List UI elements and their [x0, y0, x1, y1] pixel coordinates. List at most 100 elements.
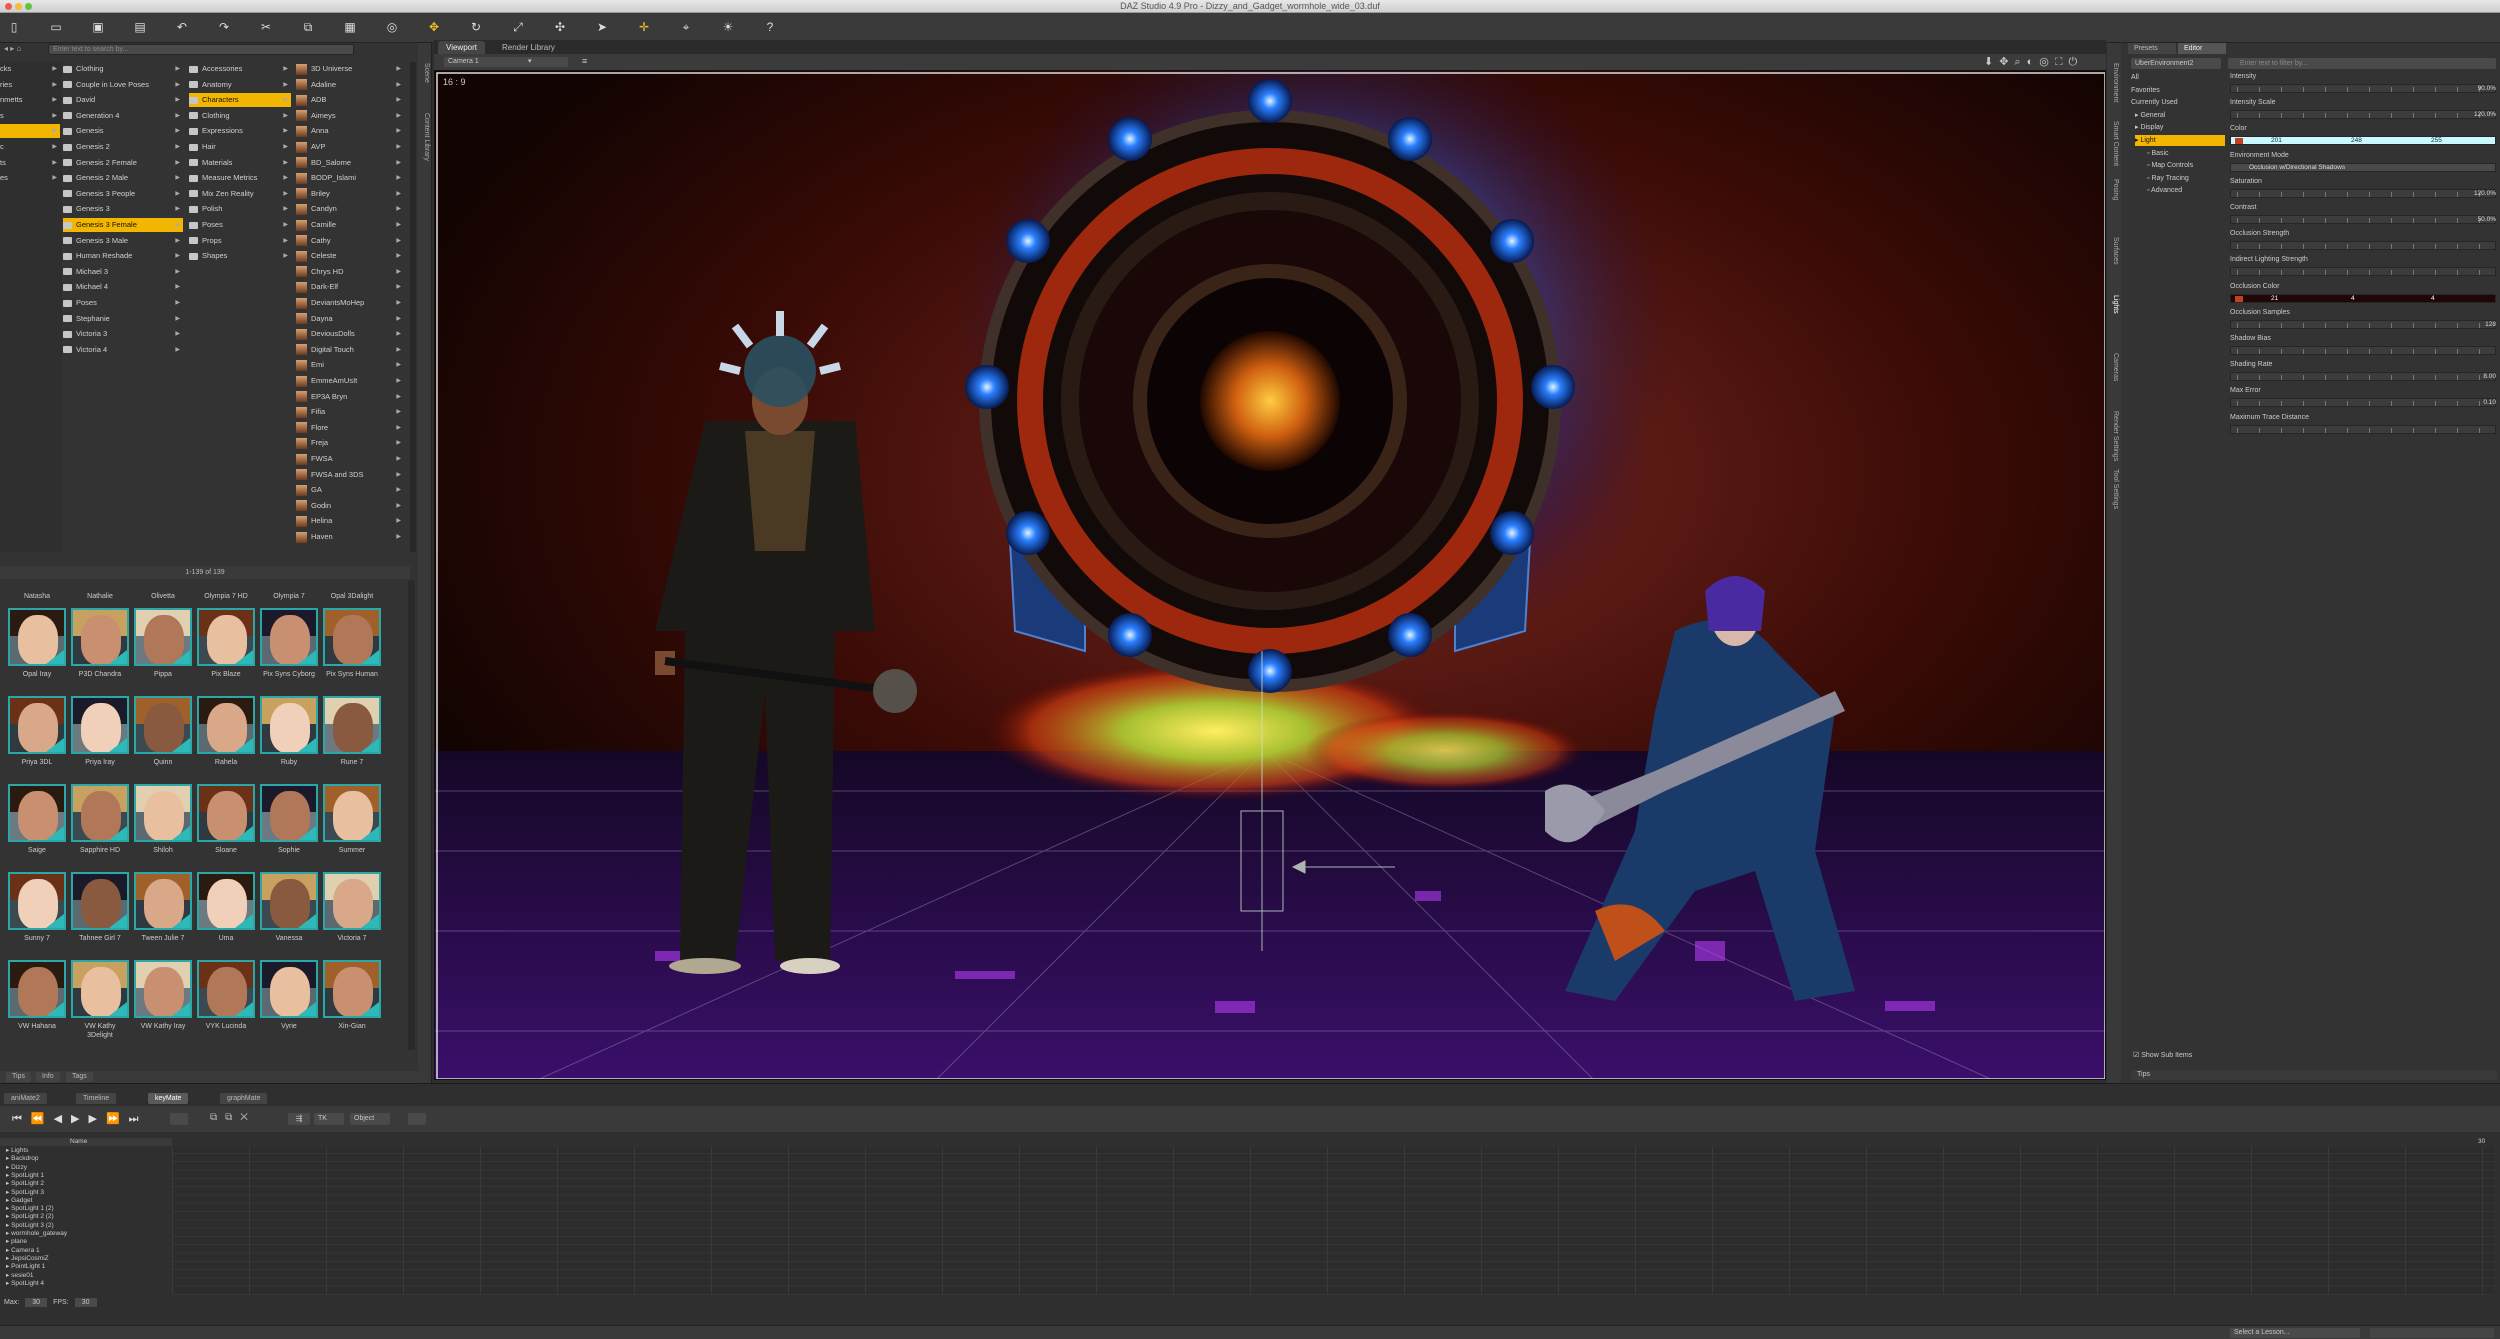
content-item[interactable]: Camille ▶ [296, 218, 404, 232]
character-thumbnail[interactable] [134, 608, 192, 666]
property-occlusion-samples[interactable]: Occlusion Samples 128 [2228, 309, 2498, 335]
character-thumbnail[interactable] [197, 960, 255, 1018]
cut-icon[interactable]: ✂ [258, 19, 274, 35]
timeline-row[interactable]: ▸ wormhole_gateway [6, 1230, 67, 1238]
property-slider[interactable]: 201 248 255 [2230, 136, 2496, 146]
timeline-row[interactable]: ▸ PointLight 1 [6, 1263, 45, 1271]
color-swatch-icon[interactable] [2235, 295, 2243, 302]
tab-presets[interactable]: Presets [2128, 43, 2176, 54]
character-thumbnail[interactable] [134, 696, 192, 754]
fps-field[interactable]: 30 [74, 1298, 97, 1307]
property-shadow-bias[interactable]: Shadow Bias [2228, 335, 2498, 361]
content-item[interactable]: Anna ▶ [296, 124, 404, 138]
timeline-row[interactable]: ▸ Backdrop [6, 1155, 39, 1163]
content-item[interactable]: Accessories ▶ [189, 62, 291, 76]
tab-viewport[interactable]: Viewport [438, 41, 485, 54]
content-item[interactable]: ADB ▶ [296, 93, 404, 107]
content-item[interactable]: Genesis 2 ▶ [63, 140, 183, 154]
transport-icons[interactable]: ⏮⏪◀▶▶⏩⏭ [12, 1112, 148, 1126]
tab-content-library[interactable]: Content Library [423, 113, 430, 161]
zoom-window-icon[interactable] [25, 3, 32, 10]
show-sub-items-checkbox[interactable]: ☑ Show Sub Items [2133, 1051, 2192, 1059]
content-item[interactable]: Genesis 3 People ▶ [63, 187, 183, 201]
keyframe-grid[interactable] [172, 1147, 2494, 1295]
content-item[interactable]: Genesis 3 Female ▶ [63, 218, 183, 232]
tree-item[interactable]: ▫ Basic [2147, 148, 2225, 159]
content-item[interactable]: ries ▶ [0, 78, 60, 92]
character-thumbnail[interactable] [134, 872, 192, 930]
property-environment-mode[interactable]: Environment Mode Occlusion w/Directional … [2228, 152, 2498, 178]
timeline-row[interactable]: ▸ JepsiCosmiZ [6, 1255, 49, 1263]
content-item[interactable]: Adaline ▶ [296, 78, 404, 92]
content-item[interactable]: Briley ▶ [296, 187, 404, 201]
character-thumbnail[interactable] [197, 872, 255, 930]
property-slider[interactable] [2230, 215, 2496, 224]
character-thumbnail[interactable] [8, 784, 66, 842]
property-filter-input[interactable]: Enter text to filter by... [2228, 58, 2496, 69]
character-thumbnail[interactable] [8, 696, 66, 754]
property-value[interactable]: 128 [2485, 320, 2496, 329]
content-item[interactable]: Anatomy ▶ [189, 78, 291, 92]
content-item[interactable]: Shapes ▶ [189, 249, 291, 263]
character-thumbnail[interactable] [323, 872, 381, 930]
redo-icon[interactable]: ↷ [216, 19, 232, 35]
property-slider[interactable]: 21 4 4 [2230, 293, 2496, 303]
content-item[interactable]: EmmeAmUsIt ▶ [296, 374, 404, 388]
object-select[interactable]: Object [350, 1113, 390, 1125]
tree-item[interactable]: ▫ Map Controls [2147, 160, 2225, 171]
content-item[interactable]: AVP ▶ [296, 140, 404, 154]
transform-icon[interactable]: ✥ [426, 19, 442, 35]
undo-icon[interactable]: ↶ [174, 19, 190, 35]
max-frames-field[interactable]: 30 [25, 1298, 48, 1307]
content-item[interactable]: Flore ▶ [296, 421, 404, 435]
content-item[interactable]: Michael 3 ▶ [63, 265, 183, 279]
content-item[interactable]: c ▶ [0, 140, 60, 154]
tab-tags[interactable]: Tags [66, 1072, 93, 1082]
tab-lights[interactable]: Lights [2112, 295, 2119, 314]
content-item[interactable]: Genesis 3 Male ▶ [63, 234, 183, 248]
property-slider[interactable] [2230, 84, 2496, 93]
property-intensity[interactable]: Intensity 90.0% [2228, 73, 2498, 99]
tab-posing[interactable]: Posing [2112, 179, 2119, 200]
character-thumbnail[interactable] [260, 960, 318, 1018]
minimize-window-icon[interactable] [15, 3, 22, 10]
timeline-row[interactable]: ▸ SpotLight 3 [6, 1189, 44, 1197]
content-item[interactable]: Genesis 2 Female ▶ [63, 156, 183, 170]
tree-item[interactable]: ▸ Light [2135, 135, 2225, 146]
property-slider[interactable] [2230, 267, 2496, 277]
property-value[interactable]: 8.00 [2483, 372, 2496, 381]
tab-animate2[interactable]: aniMate2 [4, 1093, 47, 1104]
timeline-row[interactable]: ▸ Camera 1 [6, 1247, 40, 1255]
content-item[interactable]: nmetts ▶ [0, 93, 60, 107]
content-item[interactable]: Dark-Elf ▶ [296, 280, 404, 294]
character-thumbnail[interactable] [260, 608, 318, 666]
character-thumbnail[interactable] [71, 960, 129, 1018]
tk-select[interactable]: TK [314, 1113, 344, 1125]
content-item[interactable]: Clothing ▶ [189, 109, 291, 123]
camera-icon[interactable]: ⌖ [678, 19, 694, 35]
curve-button[interactable] [408, 1113, 426, 1125]
property-value[interactable]: 0.10 [2483, 398, 2496, 407]
tab-environment[interactable]: Environment [2112, 63, 2119, 102]
content-item[interactable]: ▶ [0, 124, 60, 139]
character-thumbnail[interactable] [197, 608, 255, 666]
tab-render-settings[interactable]: Render Settings [2112, 411, 2119, 461]
property-value[interactable]: 50.0% [2478, 215, 2496, 224]
property-slider[interactable] [2230, 398, 2496, 408]
character-thumbnail[interactable] [8, 608, 66, 666]
content-item[interactable]: Couple in Love Poses ▶ [63, 78, 183, 92]
property-slider[interactable] [2230, 346, 2496, 355]
content-item[interactable]: Genesis 3 ▶ [63, 202, 183, 216]
content-item[interactable]: BD_Salome ▶ [296, 156, 404, 170]
content-item[interactable]: Characters ▶ [189, 93, 291, 108]
tab-info[interactable]: Info [36, 1072, 60, 1082]
character-thumbnail[interactable] [197, 784, 255, 842]
timeline-row[interactable]: ▸ SpotLight 2 [6, 1180, 44, 1188]
tree-item[interactable]: ▫ Advanced [2147, 185, 2225, 196]
character-thumbnail[interactable] [71, 872, 129, 930]
save-icon[interactable]: ▣ [90, 19, 106, 35]
content-item[interactable]: Poses ▶ [63, 296, 183, 310]
content-item[interactable]: Fifia ▶ [296, 405, 404, 419]
timeline-row[interactable]: ▸ Gadget [6, 1197, 32, 1205]
universal-icon[interactable]: ✣ [552, 19, 568, 35]
